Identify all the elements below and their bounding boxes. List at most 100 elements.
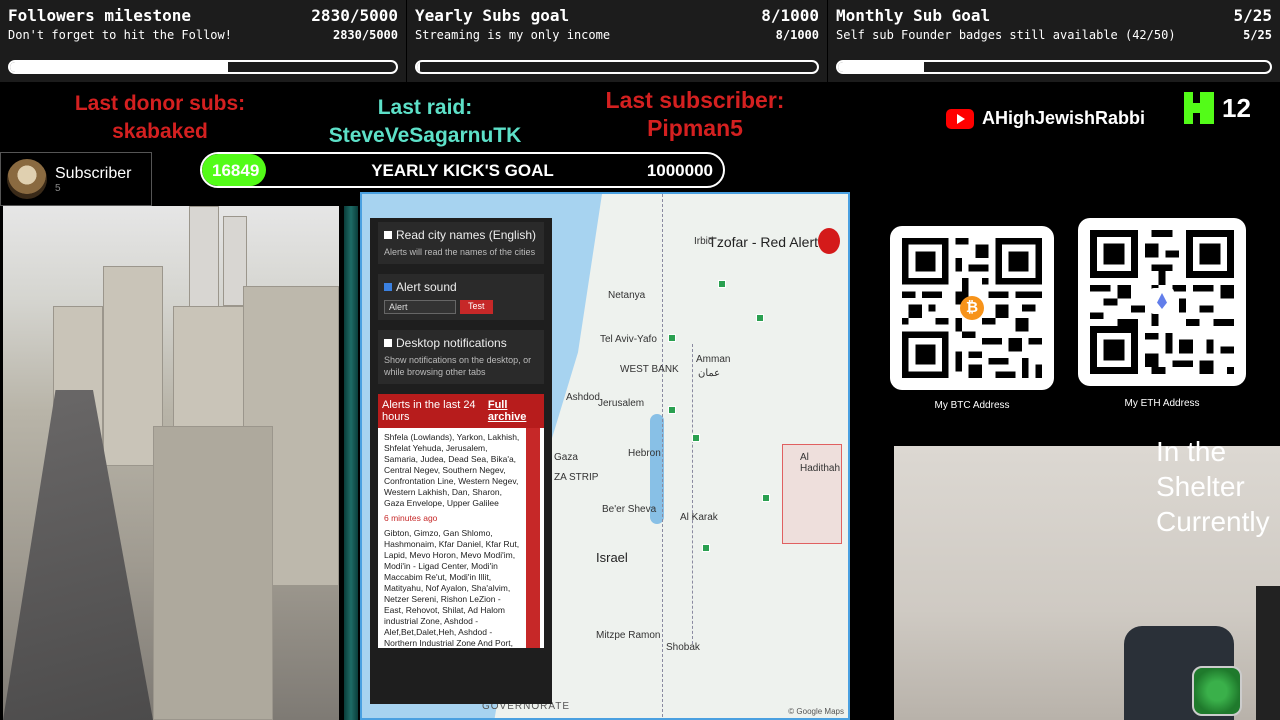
subscriber-card: Subscriber 5 — [0, 152, 152, 206]
map-label: ZA STRIP — [554, 472, 599, 483]
shelter-caption-text: In the Shelter Currently — [1156, 436, 1270, 537]
divider — [344, 206, 358, 720]
goal-progress-fill — [10, 62, 229, 72]
map-attribution: © Google Maps — [788, 707, 844, 716]
map-marker — [756, 314, 764, 322]
building — [189, 206, 219, 316]
option-description: Show notifications on the desktop, or wh… — [384, 355, 532, 377]
kick-count: 12 — [1222, 92, 1251, 123]
map-label: Ashdod — [566, 392, 600, 403]
goal-count: 8/1000 — [761, 6, 819, 25]
channel-label: AHighJewishRabbi — [982, 108, 1146, 128]
last-raid-label: Last raid: — [377, 96, 473, 119]
kick-goal-target: 1000000 — [646, 161, 713, 180]
shelter-caption: In the Shelter Currently — [1156, 434, 1270, 539]
alert-entry: Shfela (Lowlands), Yarkon, Lakhish, Shfe… — [384, 432, 520, 508]
subscriber-count: 5 — [55, 182, 61, 194]
goal-progress-bar — [8, 60, 398, 74]
alerts-title: Alerts in the last 24 hours — [382, 399, 476, 423]
full-archive-link[interactable]: Full archive — [488, 399, 540, 423]
goal-sub-count: 5/25 — [1243, 28, 1272, 42]
alert-time: 6 minutes ago — [384, 513, 438, 523]
ethereum-icon — [1150, 288, 1174, 314]
map-marker — [718, 280, 726, 288]
plant-pot — [1192, 666, 1242, 716]
building — [153, 426, 273, 720]
last-subscriber: Last subscriber: Pipman5 — [570, 86, 820, 142]
alert-logo-icon — [818, 228, 840, 254]
option-description: Alerts will read the names of the cities — [384, 247, 536, 257]
avatar — [7, 159, 47, 199]
last-donor-name: skabaked — [112, 120, 208, 143]
last-raid-name: SteveVeSagarnuTK — [328, 124, 522, 147]
btc-label: My BTC Address — [934, 400, 1010, 411]
last-donor-subs: Last donor subs: skabaked — [40, 90, 280, 146]
goal-progress-fill — [838, 62, 925, 72]
goal-subtitle: Streaming is my only income — [415, 28, 611, 42]
map-label: Netanya — [608, 290, 646, 301]
option-label: Alert sound — [396, 280, 457, 294]
option-city-names: Read city names (English) Alerts will re… — [378, 222, 544, 264]
map-marker — [668, 406, 676, 414]
map-label: Jerusalem — [598, 398, 645, 409]
goal-sub-count: 2830/5000 — [332, 28, 398, 42]
border-line — [692, 344, 693, 644]
eth-label: My ETH Address — [1124, 398, 1200, 409]
alerts-header: Alerts in the last 24 hours Full archive — [378, 394, 544, 428]
sound-select[interactable]: Alert — [384, 300, 456, 314]
map-label: Al Hadithah — [800, 452, 841, 474]
map-label: Gaza — [554, 452, 578, 463]
desktop-notifications-checkbox[interactable] — [384, 339, 392, 347]
kick-counter: 12 — [1184, 92, 1251, 124]
yearly-kick-goal: 16849 YEARLY KICK'S GOAL 1000000 — [200, 152, 725, 188]
goal-count: 5/25 — [1233, 6, 1272, 25]
map-label: Tel Aviv-Yafo — [600, 334, 657, 345]
last-raid: Last raid: SteveVeSagarnuTK — [300, 94, 550, 150]
option-label: Desktop notifications — [396, 336, 507, 350]
doorway — [1256, 586, 1280, 720]
map-label: WEST BANK — [620, 364, 679, 375]
kick-icon — [1184, 92, 1214, 124]
option-alert-sound: Alert sound Alert Test — [378, 274, 544, 320]
yearly-subs-goal: Yearly Subs goal 8/1000 Streaming is my o… — [407, 0, 827, 82]
monthly-sub-goal: Monthly Sub Goal 5/25 Self sub Founder ba… — [828, 0, 1280, 82]
last-subscriber-name: Pipman5 — [647, 115, 743, 141]
youtube-icon — [946, 108, 974, 129]
subscriber-label: Subscriber — [55, 164, 132, 182]
map-marker — [668, 334, 676, 342]
map-label: Mitzpe Ramon — [596, 630, 661, 641]
bitcoin-icon: ₿ — [960, 296, 984, 320]
btc-qr-code: ₿ — [890, 226, 1054, 390]
option-label: Read city names (English) — [396, 228, 537, 242]
border-line — [662, 194, 663, 718]
goal-title: Followers milestone — [8, 6, 192, 25]
channel-name: AHighJewishRabbi — [946, 108, 1145, 129]
alert-scrollbar[interactable] — [526, 428, 540, 648]
alerts-list[interactable]: Shfela (Lowlands), Yarkon, Lakhish, Shfe… — [378, 428, 544, 648]
map-marker — [692, 434, 700, 442]
followers-goal: Followers milestone 2830/5000 Don't forge… — [0, 0, 406, 82]
map-label: Al Karak — [680, 512, 718, 523]
map-label: Irbid — [694, 236, 714, 247]
goal-count: 2830/5000 — [311, 6, 398, 25]
map-label: Amman — [696, 354, 731, 365]
map-label: Be'er Sheva — [602, 504, 657, 515]
settings-panel: Read city names (English) Alerts will re… — [370, 218, 552, 704]
last-donor-label: Last donor subs: — [74, 92, 246, 115]
map-label: Hebron — [628, 448, 661, 459]
test-button[interactable]: Test — [460, 300, 493, 314]
map-label: Shobak — [666, 642, 700, 653]
goal-title: Monthly Sub Goal — [836, 6, 991, 25]
city-names-checkbox[interactable] — [384, 231, 392, 239]
city-camera-feed — [3, 206, 339, 720]
goal-progress-bar — [415, 60, 819, 74]
alert-entry: Gibton, Gimzo, Gan Shlomo, Hashmonaim, K… — [384, 528, 520, 648]
map-marker — [762, 494, 770, 502]
kick-goal-title: YEARLY KICK'S GOAL — [371, 161, 554, 180]
alert-sound-checkbox[interactable] — [384, 283, 392, 291]
goal-subtitle: Self sub Founder badges still available … — [836, 28, 1176, 42]
goal-progress-fill — [417, 62, 421, 72]
eth-qr-code — [1078, 218, 1246, 386]
map-label: عمان — [698, 368, 721, 379]
goal-sub-count: 8/1000 — [775, 28, 819, 42]
